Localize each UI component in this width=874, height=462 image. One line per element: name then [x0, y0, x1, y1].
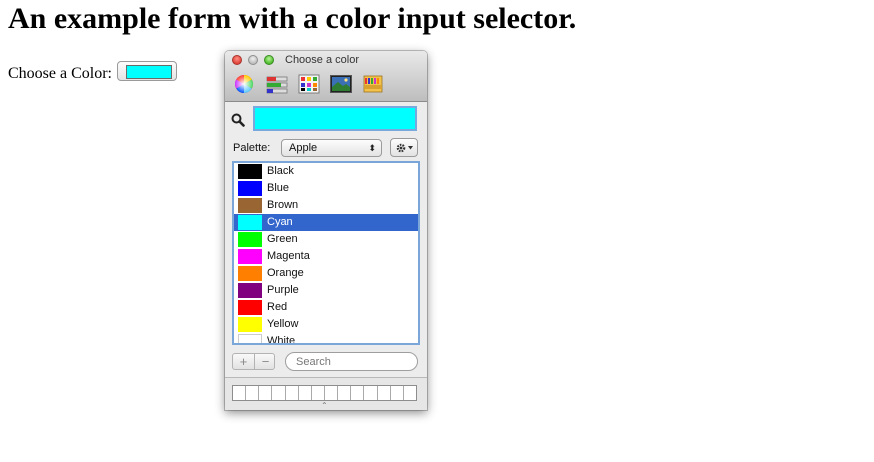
swatch-slot[interactable] — [391, 386, 404, 400]
swatch-slot[interactable] — [404, 386, 416, 400]
palette-select-value: Apple — [289, 142, 318, 154]
color-list-item[interactable]: White — [234, 333, 418, 345]
color-palettes-icon[interactable] — [297, 72, 321, 96]
color-list-item[interactable]: Blue — [234, 180, 418, 197]
panel-title: Choose a color — [285, 54, 359, 66]
color-name: Brown — [267, 199, 299, 211]
color-name: Blue — [267, 182, 290, 194]
resize-handle-icon[interactable]: ⌃ — [321, 402, 328, 410]
swatch-slot[interactable] — [286, 386, 299, 400]
color-swatch — [238, 300, 262, 315]
color-search-input[interactable] — [296, 354, 411, 369]
swatch-slot[interactable] — [325, 386, 339, 400]
color-name: Magenta — [267, 250, 310, 262]
list-search — [285, 352, 418, 371]
palette-label: Palette: — [233, 142, 271, 154]
swatch-slot[interactable] — [351, 386, 365, 400]
color-list-item[interactable]: Magenta — [234, 248, 418, 265]
color-list-item[interactable]: Cyan — [234, 214, 418, 231]
panel-footer: ⌃ — [225, 377, 427, 410]
crayons-icon[interactable] — [361, 72, 385, 96]
color-list-item[interactable]: Black — [234, 163, 418, 180]
image-palettes-icon[interactable] — [329, 72, 353, 96]
swatch-slot[interactable] — [364, 386, 378, 400]
color-list-item[interactable]: Brown — [234, 197, 418, 214]
color-list[interactable]: Black Blue Brown Cyan Green Magenta Orange Purp… — [232, 161, 420, 345]
swatch-slot[interactable] — [272, 386, 286, 400]
current-color-swatch[interactable] — [253, 106, 417, 131]
swatch-slot[interactable] — [246, 386, 260, 400]
updown-arrows-icon: ⬍ — [368, 143, 376, 153]
color-name: Black — [267, 165, 294, 177]
color-name: Yellow — [267, 318, 299, 330]
minimize-button[interactable] — [248, 55, 258, 65]
color-list-item[interactable]: Green — [234, 231, 418, 248]
panel-titlebar: Choose a color — [225, 51, 427, 102]
color-swatch — [238, 198, 262, 213]
color-swatch — [238, 215, 262, 230]
color-swatch — [238, 181, 262, 196]
swatch-slot[interactable] — [312, 386, 325, 400]
close-button[interactable] — [232, 55, 242, 65]
color-name: White — [267, 335, 296, 345]
color-list-item[interactable]: Purple — [234, 282, 418, 299]
swatch-well[interactable] — [232, 385, 417, 401]
palette-select[interactable]: Apple ⬍ — [281, 139, 382, 157]
swatch-slot[interactable] — [259, 386, 273, 400]
color-sliders-icon[interactable] — [265, 72, 289, 96]
color-swatch — [238, 334, 262, 343]
gear-icon — [396, 143, 413, 153]
swatch-slot[interactable] — [338, 386, 352, 400]
color-label: Choose a Color: — [8, 65, 112, 82]
color-list-item[interactable]: Orange — [234, 265, 418, 282]
add-color-button[interactable]: + — [233, 354, 254, 369]
remove-color-button[interactable]: − — [254, 354, 276, 369]
color-swatch — [238, 266, 262, 281]
color-input-swatch — [126, 65, 172, 79]
color-swatch — [238, 317, 262, 332]
color-panel: Choose a color Palette: Apple ⬍ Black Bl… — [225, 51, 427, 410]
page-title: An example form with a color input selec… — [8, 2, 577, 35]
color-name: Cyan — [267, 216, 293, 228]
color-swatch — [238, 283, 262, 298]
color-list-item[interactable]: Yellow — [234, 316, 418, 333]
color-input[interactable] — [117, 61, 177, 81]
list-edit-buttons: + − — [232, 353, 275, 370]
swatch-slot[interactable] — [233, 386, 247, 400]
swatch-slot[interactable] — [378, 386, 391, 400]
zoom-button[interactable] — [264, 55, 274, 65]
swatch-slot[interactable] — [299, 386, 312, 400]
magnifier-icon[interactable] — [231, 113, 245, 132]
color-swatch — [238, 164, 262, 179]
color-name: Purple — [267, 284, 299, 296]
color-list-item[interactable]: Red — [234, 299, 418, 316]
color-name: Orange — [267, 267, 304, 279]
gear-menu-button[interactable] — [390, 138, 418, 157]
color-name: Green — [267, 233, 298, 245]
color-wheel-icon[interactable] — [232, 72, 256, 96]
color-swatch — [238, 249, 262, 264]
color-name: Red — [267, 301, 288, 313]
color-swatch — [238, 232, 262, 247]
